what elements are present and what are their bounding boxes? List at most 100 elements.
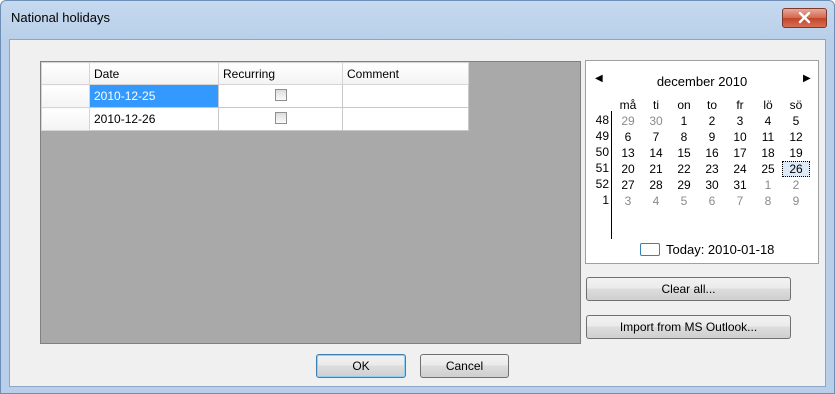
calendar-day[interactable]: 19 bbox=[782, 145, 810, 161]
recurring-checkbox[interactable] bbox=[274, 111, 287, 124]
calendar-day[interactable]: 4 bbox=[754, 113, 782, 129]
calendar-day[interactable]: 27 bbox=[614, 177, 642, 193]
recurring-cell[interactable] bbox=[218, 84, 343, 108]
date-cell[interactable]: 2010-12-26 bbox=[89, 107, 219, 131]
calendar-week-row: 20 21 22 23 24 25 26 bbox=[614, 161, 810, 177]
calendar-day[interactable]: 25 bbox=[754, 161, 782, 177]
clear-all-button[interactable]: Clear all... bbox=[586, 277, 791, 301]
calendar-day-grid: må ti on to fr lö sö 29 30 1 2 3 4 5 6 7 8 9 10 11 12 13 14… bbox=[614, 97, 810, 209]
calendar-day[interactable]: 10 bbox=[726, 129, 754, 145]
calendar-day[interactable]: 5 bbox=[670, 193, 698, 209]
calendar-day[interactable]: 31 bbox=[726, 177, 754, 193]
week-divider bbox=[611, 111, 612, 239]
column-header-date[interactable]: Date bbox=[89, 62, 219, 85]
ok-label: OK bbox=[352, 359, 370, 373]
calendar-day[interactable]: 7 bbox=[726, 193, 754, 209]
weekday-header: må ti on to fr lö sö bbox=[614, 97, 810, 113]
ok-button[interactable]: OK bbox=[316, 354, 406, 378]
calendar-day[interactable]: 20 bbox=[614, 161, 642, 177]
weekday-label: fr bbox=[736, 98, 744, 112]
next-month-icon[interactable]: ▶ bbox=[803, 73, 811, 84]
calendar-day[interactable]: 7 bbox=[642, 129, 670, 145]
week-number: 49 bbox=[595, 129, 609, 143]
row-header[interactable] bbox=[41, 107, 90, 131]
calendar-day[interactable]: 9 bbox=[782, 193, 810, 209]
clear-all-label: Clear all... bbox=[661, 282, 716, 296]
recurring-checkbox[interactable] bbox=[274, 88, 287, 101]
row-header[interactable] bbox=[41, 84, 90, 108]
week-number: 50 bbox=[595, 145, 609, 159]
month-calendar[interactable]: ◀ december 2010 ▶ 48 49 50 51 52 1 må ti o… bbox=[585, 60, 819, 264]
calendar-day[interactable]: 3 bbox=[726, 113, 754, 129]
import-outlook-label: Import from MS Outlook... bbox=[619, 320, 758, 334]
calendar-day[interactable]: 8 bbox=[670, 129, 698, 145]
holidays-grid[interactable]: Date Recurring Comment 2010-12-25 2010-1… bbox=[40, 61, 581, 344]
calendar-day[interactable]: 29 bbox=[670, 177, 698, 193]
calendar-week-row: 13 14 15 16 17 18 19 bbox=[614, 145, 810, 161]
calendar-day[interactable]: 3 bbox=[614, 193, 642, 209]
comment-cell[interactable] bbox=[342, 84, 469, 108]
table-row[interactable]: 2010-12-26 bbox=[41, 107, 469, 131]
calendar-day[interactable]: 24 bbox=[726, 161, 754, 177]
today-marker-icon bbox=[640, 243, 660, 256]
calendar-day[interactable]: 30 bbox=[698, 177, 726, 193]
calendar-day[interactable]: 6 bbox=[698, 193, 726, 209]
calendar-day[interactable]: 17 bbox=[726, 145, 754, 161]
calendar-day[interactable]: 12 bbox=[782, 129, 810, 145]
week-numbers: 48 49 50 51 52 1 bbox=[591, 112, 609, 208]
calendar-day[interactable]: 15 bbox=[670, 145, 698, 161]
week-number: 51 bbox=[595, 161, 609, 175]
calendar-day[interactable]: 5 bbox=[782, 113, 810, 129]
column-header-comment[interactable]: Comment bbox=[342, 62, 469, 85]
comment-cell[interactable] bbox=[342, 107, 469, 131]
calendar-day-selected[interactable]: 26 bbox=[782, 161, 810, 177]
cancel-label: Cancel bbox=[445, 359, 484, 373]
calendar-day[interactable]: 2 bbox=[698, 113, 726, 129]
week-number: 48 bbox=[595, 113, 609, 127]
calendar-day[interactable]: 14 bbox=[642, 145, 670, 161]
calendar-day[interactable]: 28 bbox=[642, 177, 670, 193]
cancel-button[interactable]: Cancel bbox=[420, 354, 509, 378]
calendar-day[interactable]: 22 bbox=[670, 161, 698, 177]
weekday-label: må bbox=[619, 98, 637, 112]
calendar-day[interactable]: 30 bbox=[642, 113, 670, 129]
calendar-day[interactable]: 1 bbox=[670, 113, 698, 129]
calendar-day[interactable]: 23 bbox=[698, 161, 726, 177]
calendar-day[interactable]: 6 bbox=[614, 129, 642, 145]
calendar-day[interactable]: 13 bbox=[614, 145, 642, 161]
close-button[interactable] bbox=[782, 8, 827, 28]
calendar-day[interactable]: 2 bbox=[782, 177, 810, 193]
weekday-label: to bbox=[706, 98, 717, 112]
weekday-label: sö bbox=[789, 98, 803, 112]
calendar-day[interactable]: 4 bbox=[642, 193, 670, 209]
calendar-day[interactable]: 16 bbox=[698, 145, 726, 161]
grid-corner bbox=[41, 62, 90, 85]
calendar-day[interactable]: 11 bbox=[754, 129, 782, 145]
holidays-table: Date Recurring Comment 2010-12-25 2010-1… bbox=[41, 62, 469, 131]
calendar-week-row: 29 30 1 2 3 4 5 bbox=[614, 113, 810, 129]
calendar-day[interactable]: 8 bbox=[754, 193, 782, 209]
calendar-day[interactable]: 9 bbox=[698, 129, 726, 145]
weekday-label: on bbox=[677, 98, 691, 112]
dialog-body: Date Recurring Comment 2010-12-25 2010-1… bbox=[9, 39, 826, 387]
calendar-week-row: 27 28 29 30 31 1 2 bbox=[614, 177, 810, 193]
date-cell[interactable]: 2010-12-25 bbox=[89, 84, 219, 108]
title-bar[interactable]: National holidays bbox=[1, 1, 834, 35]
calendar-week-row: 3456789 bbox=[614, 193, 810, 209]
column-header-recurring[interactable]: Recurring bbox=[218, 62, 343, 85]
close-icon bbox=[798, 12, 811, 24]
today-link[interactable]: Today: 2010-01-18 bbox=[666, 242, 774, 257]
recurring-cell[interactable] bbox=[218, 107, 343, 131]
grid-header-row: Date Recurring Comment bbox=[41, 62, 469, 85]
calendar-day[interactable]: 29 bbox=[614, 113, 642, 129]
calendar-day[interactable]: 18 bbox=[754, 145, 782, 161]
table-row[interactable]: 2010-12-25 bbox=[41, 84, 469, 108]
dialog-window: National holidays Date Recurring Comment… bbox=[0, 0, 835, 394]
import-outlook-button[interactable]: Import from MS Outlook... bbox=[586, 315, 791, 339]
calendar-day[interactable]: 1 bbox=[754, 177, 782, 193]
calendar-month-label[interactable]: december 2010 bbox=[586, 74, 818, 89]
week-number: 1 bbox=[602, 193, 609, 207]
calendar-week-row: 6 7 8 9 10 11 12 bbox=[614, 129, 810, 145]
calendar-day[interactable]: 21 bbox=[642, 161, 670, 177]
weekday-label: ti bbox=[653, 98, 659, 112]
